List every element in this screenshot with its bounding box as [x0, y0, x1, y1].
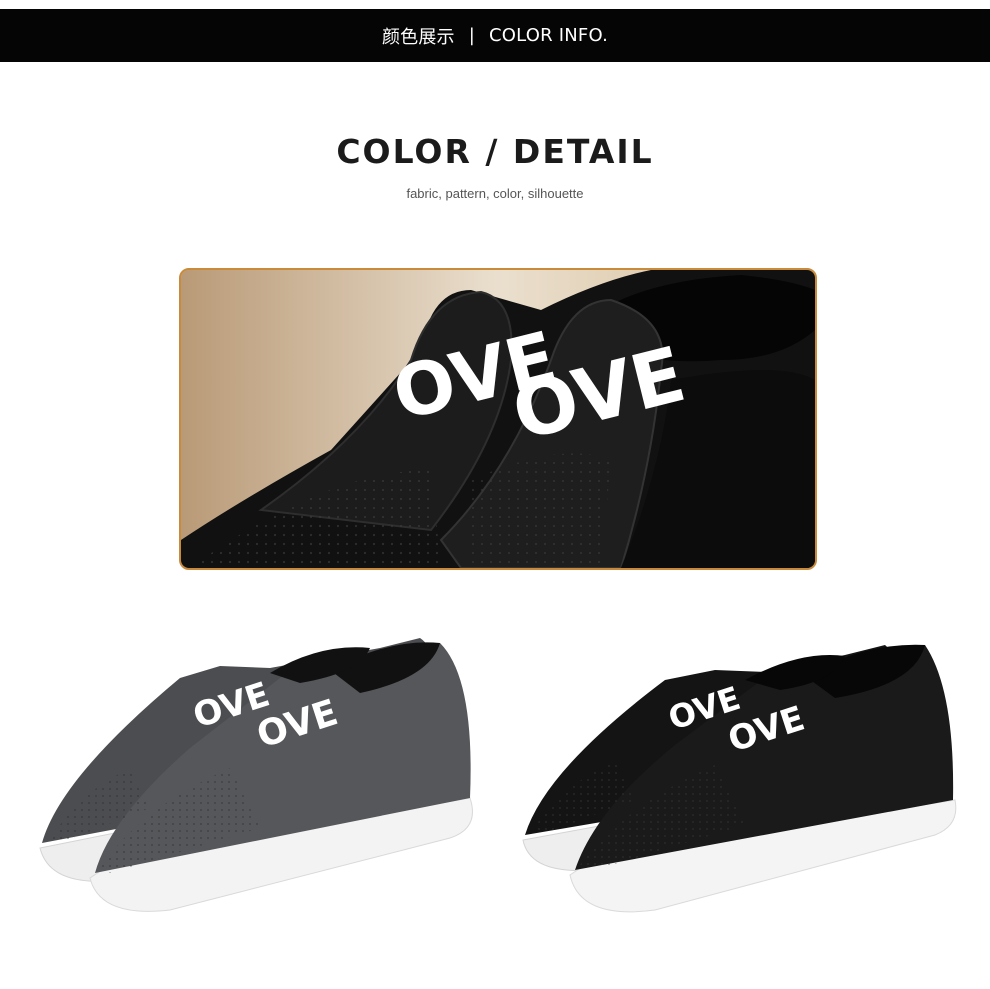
- section-subtitle: fabric, pattern, color, silhouette: [406, 186, 584, 201]
- product-image-gunmetal: OVE OVE: [30, 618, 480, 918]
- header-separator: |: [468, 25, 476, 46]
- header-chinese-label: 颜色展示: [381, 26, 455, 48]
- section-title: COLOR / DETAIL: [336, 132, 654, 171]
- detail-closeup-illustration: OVE OVE: [181, 270, 815, 568]
- product-image-black: OVE OVE: [515, 630, 965, 920]
- header-english-label: COLOR INFO.: [489, 25, 609, 46]
- gunmetal-shoe-illustration: OVE OVE: [39, 638, 473, 912]
- black-shoe-illustration: OVE OVE: [522, 644, 957, 913]
- header-bar: 颜色展示 | COLOR INFO.: [0, 9, 990, 62]
- detail-closeup-image: OVE OVE: [179, 268, 817, 570]
